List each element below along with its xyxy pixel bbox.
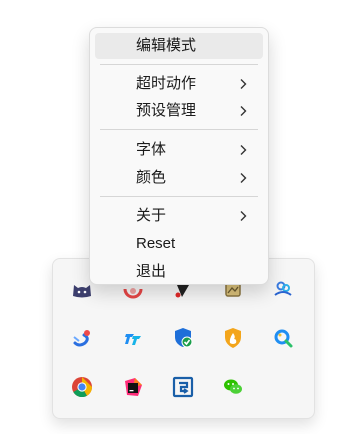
translate-icon[interactable] (70, 326, 94, 350)
menu-item-color[interactable]: 颜色 (95, 165, 263, 191)
chevron-right-icon (240, 145, 247, 155)
tt-app-icon[interactable] (121, 326, 145, 350)
menu-item-label: Reset (136, 235, 176, 252)
menu-item-about[interactable]: 关于 (95, 203, 263, 229)
menu-item-label: 编辑模式 (136, 37, 197, 54)
chevron-right-icon (240, 79, 247, 89)
desktop-area: 编辑模式 超时动作 预设管理 字体 颜色 关于 Reset 退出 (0, 0, 356, 434)
menu-item-label: 超时动作 (136, 75, 197, 92)
menu-item-exit[interactable]: 退出 (95, 259, 263, 285)
menu-item-label: 退出 (136, 263, 167, 280)
menu-item-label: 字体 (136, 141, 167, 158)
firewall-shield-icon[interactable] (221, 326, 245, 350)
chevron-right-icon (240, 211, 247, 221)
context-menu: 编辑模式 超时动作 预设管理 字体 颜色 关于 Reset 退出 (89, 27, 269, 285)
menu-item-label: 颜色 (136, 169, 167, 186)
menu-separator (100, 196, 258, 197)
search-lens-icon[interactable] (271, 326, 295, 350)
chevron-right-icon (240, 106, 247, 116)
menu-item-font[interactable]: 字体 (95, 137, 263, 163)
menu-item-preset-manage[interactable]: 预设管理 (95, 98, 263, 124)
chevron-right-icon (240, 173, 247, 183)
jetbrains-icon[interactable] (121, 375, 145, 399)
menu-item-edit-mode[interactable]: 编辑模式 (95, 33, 263, 59)
cloud-sync-icon[interactable] (271, 277, 295, 301)
menu-separator (100, 64, 258, 65)
menu-item-reset[interactable]: Reset (95, 231, 263, 257)
wechat-icon[interactable] (221, 375, 245, 399)
menu-separator (100, 129, 258, 130)
chrome-icon[interactable] (70, 375, 94, 399)
security-shield-icon[interactable] (171, 326, 195, 350)
menu-item-label: 关于 (136, 207, 167, 224)
flashback-icon[interactable] (171, 375, 195, 399)
menu-item-label: 预设管理 (136, 102, 197, 119)
menu-item-timeout-action[interactable]: 超时动作 (95, 71, 263, 97)
